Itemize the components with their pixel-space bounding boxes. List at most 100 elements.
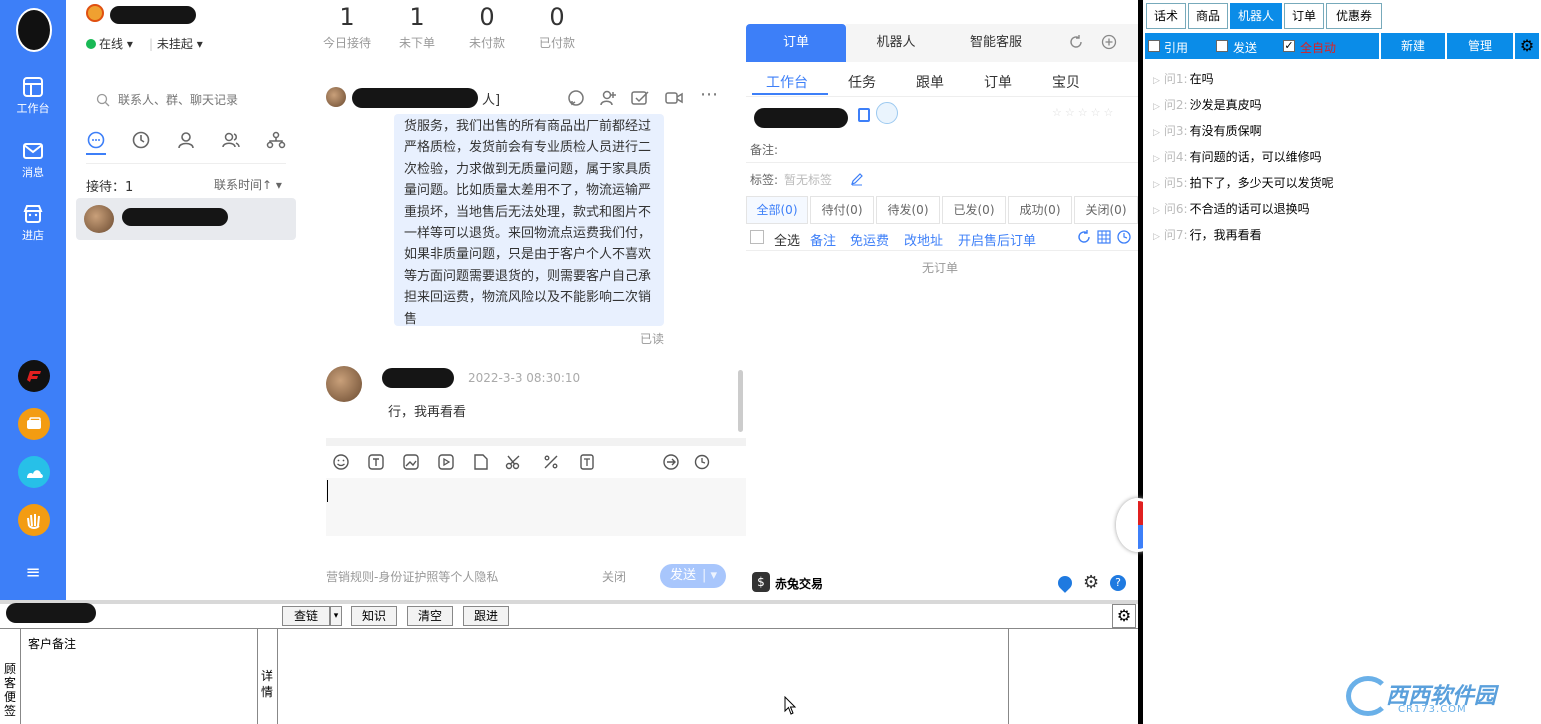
menu-icon[interactable]: ≡ (0, 562, 66, 583)
ticket-app-icon[interactable] (18, 408, 50, 440)
avatar[interactable] (16, 8, 52, 52)
quote-checkbox[interactable] (1148, 40, 1160, 52)
auto-checkbox[interactable]: ✓ (1283, 40, 1295, 52)
list-item[interactable]: ▷ 问6: 不合适的话可以退换吗 (1153, 200, 1310, 217)
add-person-icon[interactable] (598, 88, 618, 108)
list-item[interactable]: ▷ 问2: 沙发是真皮吗 (1153, 96, 1262, 113)
chat-scrollbar[interactable] (738, 370, 743, 432)
tab-robot-active[interactable]: 机器人 (1230, 3, 1282, 29)
contact-search[interactable] (92, 90, 282, 110)
customer-note-field[interactable]: 客户备注 (28, 635, 76, 652)
emoji-icon[interactable] (332, 453, 350, 471)
video-icon[interactable] (664, 88, 684, 108)
tab-product[interactable]: 商品 (1188, 3, 1228, 29)
subtab-workbench[interactable]: 工作台 (766, 72, 808, 92)
action-note[interactable]: 备注 (810, 230, 836, 249)
action-free-shipping[interactable]: 免运费 (850, 230, 889, 249)
nav-shop[interactable]: 进店 (0, 203, 66, 243)
status-online[interactable]: 在线 ▾ (86, 35, 133, 52)
tab-coupons[interactable]: 优惠券 (1326, 3, 1382, 29)
tab-order[interactable]: 订单 (746, 24, 846, 62)
send-button[interactable]: 发送 | ▾ (660, 564, 726, 588)
cloud-app-icon[interactable] (18, 456, 50, 488)
close-button[interactable]: 关闭 (602, 568, 626, 585)
grid-icon[interactable] (1096, 229, 1112, 245)
filter-to-ship[interactable]: 待发(0) (876, 196, 940, 224)
image-icon[interactable] (402, 453, 420, 471)
nav-message-label: 消息 (22, 166, 44, 179)
scissors-icon[interactable] (505, 453, 523, 471)
message-bubble-text: 货服务，我们出售的所有商品出厂前都经过严格质检，发货前会有专业质检人员进行二次检… (404, 119, 652, 326)
list-item[interactable]: ▷ 问3: 有没有质保啊 (1153, 122, 1262, 139)
tab-smart-service[interactable]: 智能客服 (946, 24, 1046, 62)
sync-icon[interactable] (1076, 229, 1092, 245)
filter-closed[interactable]: 关闭(0) (1074, 196, 1138, 224)
list-item[interactable]: ▷ 问1: 在吗 (1153, 70, 1214, 87)
action-after-sale[interactable]: 开启售后订单 (958, 230, 1036, 249)
store-emoji-icon (86, 4, 104, 22)
action-change-address[interactable]: 改地址 (904, 230, 943, 249)
stat-unordered: 1 未下单 (398, 3, 435, 50)
clock-icon[interactable] (131, 130, 151, 150)
add-icon[interactable] (1101, 34, 1117, 50)
history-icon[interactable] (694, 453, 712, 471)
history-order-icon[interactable] (1116, 229, 1132, 245)
subtab-follow[interactable]: 跟单 (916, 72, 944, 92)
app-f-icon[interactable] (18, 360, 50, 392)
filter-all[interactable]: 全部(0) (746, 196, 808, 224)
filter-success[interactable]: 成功(0) (1008, 196, 1072, 224)
refresh-icon[interactable] (1068, 34, 1084, 50)
group-icon[interactable] (221, 130, 241, 150)
nav-workbench[interactable]: 工作台 (0, 76, 66, 116)
message-input[interactable] (326, 478, 746, 536)
hang-status[interactable]: | 未挂起 ▾ (149, 35, 203, 52)
droplet-icon[interactable] (1055, 573, 1075, 593)
sort-dropdown[interactable]: 联系时间↑ ▾ (214, 176, 282, 193)
hand-app-icon[interactable] (18, 504, 50, 536)
nav-message[interactable]: 消息 (0, 140, 66, 180)
search-input[interactable] (118, 90, 278, 110)
robot-settings-icon[interactable]: ⚙ (1515, 33, 1539, 59)
subtab-orders[interactable]: 订单 (984, 72, 1012, 92)
check-link-button[interactable]: 查链 (282, 606, 330, 626)
shop-icon (23, 205, 43, 223)
org-icon[interactable] (266, 130, 286, 150)
clear-button[interactable]: 清空 (407, 606, 453, 626)
list-item[interactable]: ▷ 问5: 拍下了，多少天可以发货呢 (1153, 174, 1334, 191)
send-checkbox[interactable] (1216, 40, 1228, 52)
tab-robot[interactable]: 机器人 (846, 24, 946, 62)
edit-tag-icon[interactable] (850, 172, 864, 186)
chat-bubble-icon[interactable] (86, 130, 106, 150)
list-item[interactable]: ▷ 问4: 有问题的话，可以维修吗 (1153, 148, 1322, 165)
select-all-checkbox[interactable] (750, 230, 764, 244)
copy-icon[interactable] (858, 108, 870, 122)
forward-icon[interactable] (662, 453, 680, 471)
new-button[interactable]: 新建 (1381, 33, 1445, 59)
video-file-icon[interactable] (437, 453, 455, 471)
text-format-icon[interactable] (367, 453, 385, 471)
redacted-chat-name (352, 88, 478, 108)
subtab-task[interactable]: 任务 (848, 72, 876, 92)
check-link-dropdown[interactable]: ▾ (330, 606, 342, 626)
manage-button[interactable]: 管理 (1447, 33, 1513, 59)
help-icon[interactable]: ? (1110, 575, 1126, 591)
discount-icon[interactable] (542, 453, 560, 471)
filter-shipped[interactable]: 已发(0) (942, 196, 1006, 224)
person-icon[interactable] (176, 130, 196, 150)
watermark-sub: CR173.COM (1398, 704, 1467, 715)
check-card-icon[interactable] (630, 88, 650, 108)
follow-up-button[interactable]: 跟进 (463, 606, 509, 626)
bottom-settings-icon[interactable]: ⚙ (1112, 604, 1136, 628)
coupon-icon[interactable] (578, 453, 596, 471)
file-icon[interactable] (472, 453, 490, 471)
settings-gear-icon[interactable]: ⚙ (1083, 572, 1099, 593)
tab-robot-orders[interactable]: 订单 (1284, 3, 1324, 29)
knowledge-button[interactable]: 知识 (351, 606, 397, 626)
contact-item[interactable] (76, 198, 296, 240)
tab-script[interactable]: 话术 (1146, 3, 1186, 29)
list-item[interactable]: ▷ 问7: 行，我再看看 (1153, 226, 1262, 243)
subtab-items[interactable]: 宝贝 (1052, 72, 1080, 92)
filter-to-pay[interactable]: 待付(0) (810, 196, 874, 224)
quick-reply-icon[interactable] (566, 88, 586, 108)
more-icon[interactable]: ⋯ (700, 84, 718, 105)
